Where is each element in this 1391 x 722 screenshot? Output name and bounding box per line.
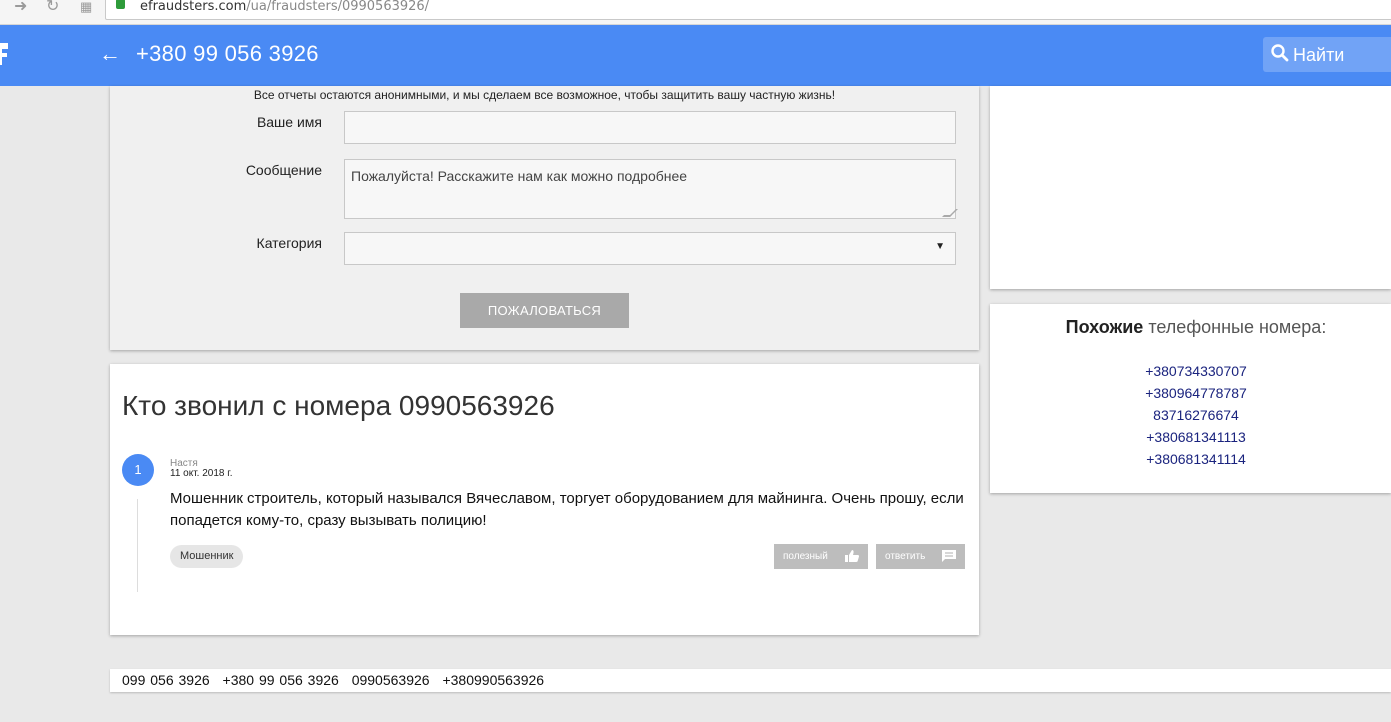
similar-numbers-card: Похожие телефонные номера: +380734330707… (990, 304, 1391, 493)
similar-numbers-list: +380734330707 +380964778787 83716276674 … (990, 360, 1391, 470)
message-label: Сообщение (245, 162, 322, 178)
number-format: 0990563926 (351, 672, 430, 688)
url-host: efraudsters.com (140, 0, 247, 14)
complaint-form: Все отчеты остаются анонимными, и мы сде… (110, 86, 979, 350)
similar-number-link[interactable]: 83716276674 (990, 404, 1391, 426)
similar-heading-bold: Похожие (1065, 317, 1144, 337)
reply-label: ответить (885, 551, 926, 562)
number-format: +380 99 056 3926 (222, 672, 339, 688)
name-field[interactable] (344, 111, 956, 144)
message-placeholder: Пожалуйста! Расскажите нам как можно под… (351, 168, 688, 184)
thumbs-up-icon (845, 550, 859, 562)
similar-number-link[interactable]: +380734330707 (990, 360, 1391, 382)
search-icon (1271, 44, 1289, 62)
thread-line (137, 499, 138, 592)
similar-number-link[interactable]: +380681341114 (990, 448, 1391, 470)
similar-number-link[interactable]: +380964778787 (990, 382, 1391, 404)
submit-complaint-button[interactable]: ПОЖАЛОВАТЬСЯ (460, 293, 629, 328)
comment-date: 11 окт. 2018 г. (170, 468, 233, 479)
search-box[interactable]: Найти (1263, 37, 1391, 72)
reload-icon[interactable]: ↻ (46, 0, 59, 15)
forward-icon[interactable]: ➜ (14, 0, 27, 15)
comment-icon (942, 550, 956, 562)
category-select[interactable]: ▼ (344, 232, 956, 265)
back-arrow-icon[interactable]: ← (99, 41, 121, 67)
category-label: Категория (256, 235, 322, 251)
message-textarea[interactable]: Пожалуйста! Расскажите нам как можно под… (344, 159, 958, 219)
who-called-card: Кто звонил с номера 0990563926 1 Настя 1… (110, 364, 979, 635)
name-label: Ваше имя (256, 114, 322, 130)
number-formats: 099 056 3926 +380 99 056 3926 0990563926… (122, 672, 552, 688)
useful-label: полезный (783, 551, 828, 562)
lock-icon (116, 0, 125, 9)
browser-toolbar: ➜ ↻ ▦ efraudsters.com/ua/fraudsters/0990… (0, 0, 1391, 25)
sidebar-blank-card (990, 86, 1391, 289)
address-url: efraudsters.com/ua/fraudsters/0990563926… (140, 0, 429, 14)
similar-heading: Похожие телефонные номера: (990, 317, 1391, 338)
dropdown-arrow-icon: ▼ (935, 241, 945, 252)
similar-number-link[interactable]: +380681341113 (990, 426, 1391, 448)
site-logo[interactable] (0, 39, 12, 69)
similar-heading-rest: телефонные номера: (1148, 317, 1327, 337)
category-tag[interactable]: Мошенник (170, 545, 244, 568)
useful-button[interactable]: полезный (774, 544, 868, 569)
resize-handle-icon[interactable] (942, 209, 958, 217)
number-formats-strip: 099 056 3926 +380 99 056 3926 0990563926… (110, 669, 1391, 692)
search-input[interactable]: Найти (1293, 45, 1344, 66)
number-format: 099 056 3926 (122, 672, 210, 688)
comment-number-badge: 1 (122, 454, 154, 486)
number-format: +380990563926 (442, 672, 545, 688)
comment-text: Мошенник строитель, который назывался Вя… (170, 490, 964, 529)
address-bar[interactable]: efraudsters.com/ua/fraudsters/0990563926… (105, 0, 1391, 20)
page-title: +380 99 056 3926 (136, 41, 319, 66)
reply-button[interactable]: ответить (876, 544, 965, 569)
apps-icon[interactable]: ▦ (80, 0, 92, 14)
url-path: /ua/fraudsters/0990563926/ (246, 0, 430, 14)
section-title: Кто звонил с номера 0990563926 (122, 390, 555, 421)
anonymity-note: Все отчеты остаются анонимными, и мы сде… (253, 88, 836, 102)
app-bar: ← +380 99 056 3926 Найти (0, 25, 1391, 86)
